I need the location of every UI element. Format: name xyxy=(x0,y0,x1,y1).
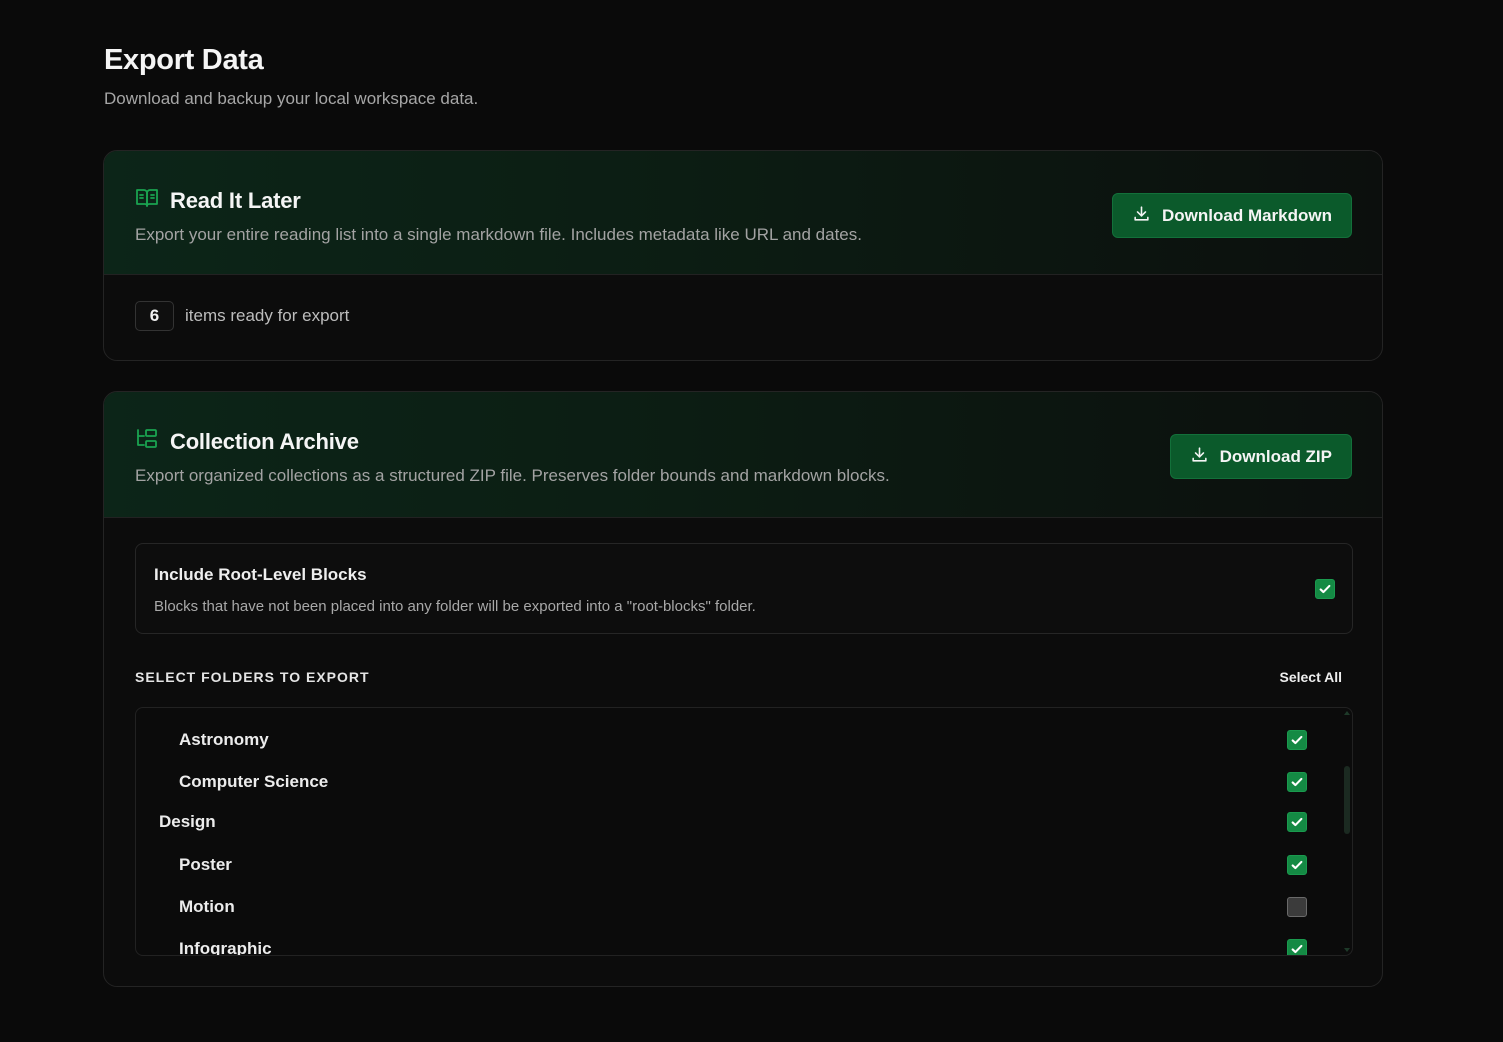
book-open-icon xyxy=(135,186,159,215)
read-it-later-header: Read It Later Export your entire reading… xyxy=(104,151,1382,275)
folder-name: Design xyxy=(159,812,216,831)
folder-checkbox[interactable] xyxy=(1287,897,1307,917)
root-blocks-description: Blocks that have not been placed into an… xyxy=(154,598,756,615)
folder-tree-icon xyxy=(135,427,159,456)
read-it-later-description: Export your entire reading list into a s… xyxy=(135,225,862,244)
folder-name: Astronomy xyxy=(179,730,269,749)
page-title: Export Data xyxy=(104,44,264,76)
scroll-down-icon[interactable] xyxy=(1344,948,1350,952)
folder-row[interactable]: Computer Science xyxy=(136,767,1331,797)
download-icon xyxy=(1190,445,1220,469)
download-zip-button[interactable]: Download ZIP xyxy=(1169,434,1352,479)
read-it-later-title-row: Read It Later xyxy=(135,186,301,215)
folder-row[interactable]: Poster xyxy=(136,850,1331,880)
folder-name: Computer Science xyxy=(179,772,329,791)
check-icon xyxy=(1319,584,1331,594)
collection-archive-title: Collection Archive xyxy=(170,428,359,454)
folder-name: Infographic xyxy=(179,939,272,956)
folder-list-scrollbar[interactable] xyxy=(1342,708,1352,955)
check-icon xyxy=(1291,860,1303,870)
folder-checkbox[interactable] xyxy=(1287,855,1307,875)
folder-checkbox[interactable] xyxy=(1287,730,1307,750)
folder-name: Motion xyxy=(179,897,235,916)
collection-archive-description: Export organized collections as a struct… xyxy=(135,466,890,485)
folder-list[interactable]: Astronomy Computer Science Design Poster… xyxy=(135,707,1353,956)
folder-checkbox[interactable] xyxy=(1287,812,1307,832)
collection-archive-header: Collection Archive Export organized coll… xyxy=(104,392,1382,518)
download-zip-label: Download ZIP xyxy=(1219,446,1332,466)
collection-archive-card: Collection Archive Export organized coll… xyxy=(103,391,1383,987)
folder-row[interactable]: Motion xyxy=(136,892,1331,922)
folder-checkbox[interactable] xyxy=(1287,772,1307,792)
folder-row[interactable]: Infographic xyxy=(136,934,1331,956)
folder-name: Poster xyxy=(179,855,232,874)
check-icon xyxy=(1291,817,1303,827)
folder-row[interactable]: Design xyxy=(136,807,1331,837)
count-badge: 6 xyxy=(135,301,174,331)
root-blocks-checkbox[interactable] xyxy=(1315,579,1335,599)
check-icon xyxy=(1291,777,1303,787)
export-count: 6 items ready for export xyxy=(135,301,349,331)
check-icon xyxy=(1291,735,1303,745)
page-header: Export Data Download and backup your loc… xyxy=(104,44,478,109)
scrollbar-thumb[interactable] xyxy=(1344,766,1350,834)
root-blocks-option[interactable]: Include Root-Level Blocks Blocks that ha… xyxy=(135,543,1353,634)
page-subtitle: Download and backup your local workspace… xyxy=(104,89,479,108)
check-icon xyxy=(1291,944,1303,954)
root-blocks-title: Include Root-Level Blocks xyxy=(154,565,367,584)
download-markdown-button[interactable]: Download Markdown xyxy=(1112,193,1352,238)
read-it-later-title: Read It Later xyxy=(170,187,301,213)
download-icon xyxy=(1132,204,1162,228)
select-all-button[interactable]: Select All xyxy=(1279,669,1342,685)
download-markdown-label: Download Markdown xyxy=(1162,205,1332,225)
read-it-later-card: Read It Later Export your entire reading… xyxy=(103,150,1383,361)
count-label: items ready for export xyxy=(185,306,350,325)
scroll-up-icon[interactable] xyxy=(1344,711,1350,715)
collection-archive-title-row: Collection Archive xyxy=(135,427,359,456)
folder-checkbox[interactable] xyxy=(1287,939,1307,955)
folder-row[interactable]: Astronomy xyxy=(136,725,1331,755)
folders-section-label: SELECT FOLDERS TO EXPORT xyxy=(135,669,370,685)
